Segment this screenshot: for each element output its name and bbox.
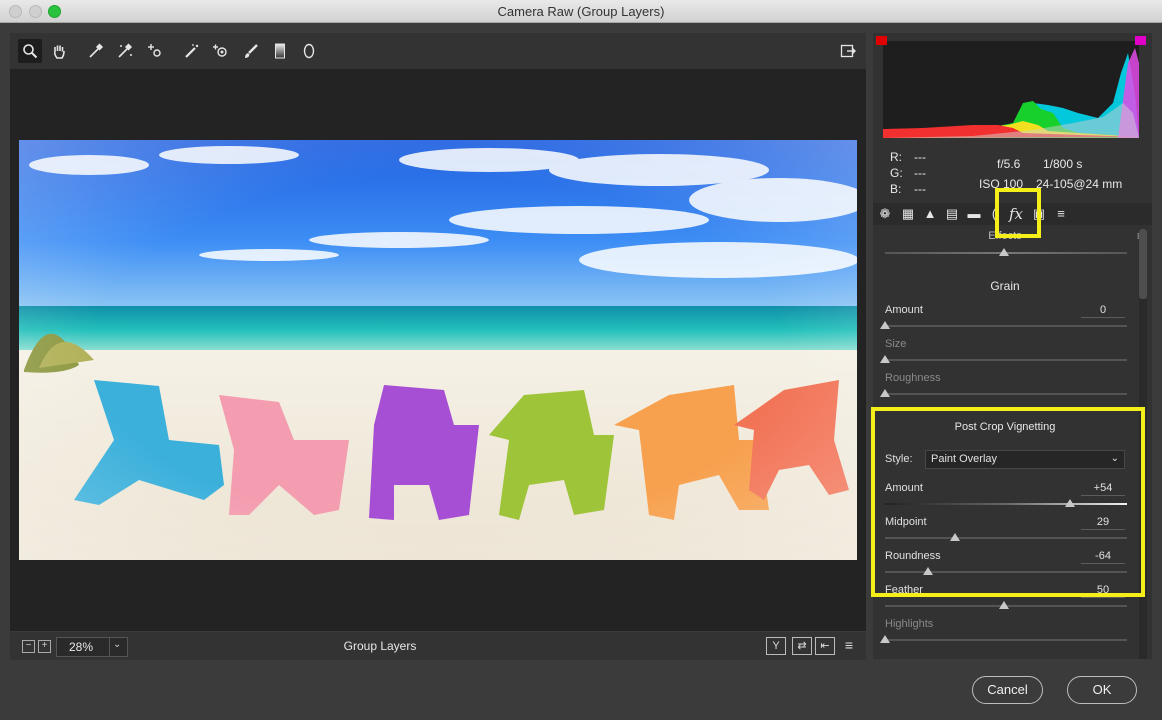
color-sampler-tool[interactable] — [113, 39, 137, 63]
dehaze-slider[interactable] — [999, 248, 1009, 256]
mountains-icon: ▲ — [923, 206, 937, 221]
sliders-icon: ≡ — [1057, 206, 1065, 221]
chevron-down-icon: ⌄ — [113, 639, 122, 650]
zoom-out-button[interactable]: − — [22, 640, 35, 653]
white-balance-tool[interactable] — [84, 39, 108, 63]
tab-split-toning[interactable]: ▬ — [964, 203, 984, 225]
fullscreen-icon — [840, 44, 856, 58]
grain-size-track — [885, 359, 1127, 361]
highlights-slider[interactable] — [880, 635, 890, 643]
tool-bar — [10, 33, 866, 69]
histogram — [876, 36, 1146, 138]
tab-detail[interactable]: ▲ — [920, 203, 940, 225]
grain-amount-slider[interactable] — [880, 321, 890, 329]
copy-settings-button[interactable]: ⇤ — [815, 637, 835, 655]
lens-value: 24-105@24 mm — [1036, 177, 1123, 191]
tab-hsl[interactable]: ▤ — [942, 203, 962, 225]
view-toggle-button[interactable]: Y — [766, 637, 786, 655]
ok-button[interactable]: OK — [1067, 676, 1137, 704]
hand-tool[interactable] — [47, 39, 71, 63]
targeted-adjustment-tool[interactable] — [143, 39, 167, 63]
grid-icon: ▦ — [901, 206, 915, 221]
grain-amount-track — [885, 325, 1127, 327]
radial-filter-tool[interactable] — [297, 39, 321, 63]
red-label: R: — [890, 150, 902, 164]
grain-title: Grain — [990, 279, 1020, 293]
beach-chairs-photo — [19, 140, 857, 560]
highlights-label: Highlights — [885, 618, 934, 630]
target-adjust-icon — [148, 44, 161, 57]
grain-size-slider[interactable] — [880, 355, 890, 363]
grain-roughness-slider[interactable] — [880, 389, 890, 397]
tab-basic[interactable]: ❁ — [875, 203, 895, 225]
red-value: --- — [914, 150, 926, 164]
grain-size-label: Size — [885, 338, 907, 350]
spot-removal-icon — [185, 44, 199, 58]
red-eye-tool[interactable] — [208, 39, 232, 63]
gradient-icon — [275, 43, 285, 59]
spot-removal-tool[interactable] — [180, 39, 204, 63]
brush-icon — [245, 44, 258, 58]
hand-icon — [53, 45, 65, 59]
fullscreen-toggle[interactable] — [836, 39, 860, 63]
adjustment-brush-tool[interactable] — [239, 39, 263, 63]
magnifier-icon — [23, 44, 38, 59]
document-name: Group Layers — [343, 639, 417, 653]
tab-presets[interactable]: ≡ — [1051, 203, 1071, 225]
zoom-level-select[interactable]: 28% ⌄ — [56, 637, 128, 657]
blue-label: B: — [890, 182, 902, 196]
tab-tone-curve[interactable]: ▦ — [898, 203, 918, 225]
scrollbar-thumb[interactable] — [1139, 229, 1147, 299]
zoom-tool[interactable] — [18, 39, 42, 63]
feather-slider[interactable] — [999, 601, 1009, 609]
window-title: Camera Raw (Group Layers) — [497, 4, 665, 19]
color-sampler-icon — [118, 43, 133, 58]
aperture-value: f/5.6 — [997, 157, 1021, 171]
graduated-filter-tool[interactable] — [268, 39, 292, 63]
highlights-track — [885, 639, 1127, 641]
vignetting-highlight — [871, 407, 1145, 597]
aperture-icon: ❁ — [879, 206, 891, 221]
grain-amount-label: Amount — [885, 304, 923, 316]
window-titlebar: Camera Raw (Group Layers) — [0, 0, 1162, 23]
split-tone-icon: ▬ — [967, 206, 981, 221]
grain-amount-value[interactable]: 0 — [1081, 304, 1125, 318]
zoom-in-button[interactable]: + — [38, 640, 51, 653]
preview-preferences-button[interactable]: ≡ — [840, 637, 858, 653]
fx-tab-highlight — [995, 188, 1041, 238]
grain-roughness-label: Roughness — [885, 372, 941, 384]
zoom-level-value: 28% — [69, 640, 94, 654]
grain-roughness-track — [885, 393, 1127, 395]
eyedropper-icon — [89, 43, 104, 58]
ellipse-icon — [303, 43, 315, 59]
red-eye-icon — [213, 44, 227, 57]
green-label: G: — [890, 166, 903, 180]
swap-settings-button[interactable]: ⇄ — [792, 637, 812, 655]
hsl-icon: ▤ — [945, 206, 959, 221]
green-value: --- — [914, 166, 926, 180]
blue-value: --- — [914, 182, 926, 196]
cancel-button[interactable]: Cancel — [972, 676, 1043, 704]
status-bar: − + 28% ⌄ Group Layers Y ⇄ ⇤ ≡ — [10, 632, 866, 660]
shutter-value: 1/800 s — [1043, 157, 1083, 171]
